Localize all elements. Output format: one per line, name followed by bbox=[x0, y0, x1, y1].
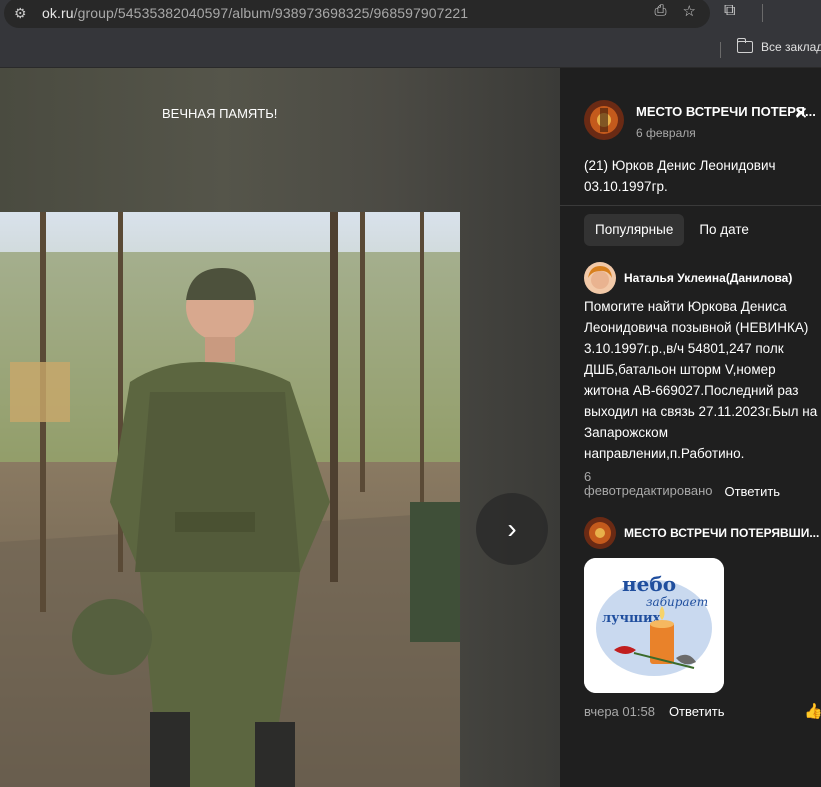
install-app-icon[interactable]: ⎙ bbox=[655, 2, 667, 20]
comment-author[interactable]: Наталья Уклеина(Данилова) bbox=[624, 271, 792, 285]
commenter-avatar-image bbox=[584, 517, 616, 549]
site-info-icon[interactable]: ⚙ bbox=[14, 5, 42, 22]
bookmark-star-icon[interactable]: ☆ bbox=[683, 2, 696, 20]
sticker-word-1: небо bbox=[622, 572, 676, 596]
like-icon[interactable]: 👍 bbox=[804, 702, 821, 720]
sticker-image: небо забирает лучших bbox=[584, 558, 724, 693]
address-bar-actions: ⎙ ☆ bbox=[655, 2, 696, 20]
group-avatar[interactable] bbox=[584, 100, 624, 140]
close-icon[interactable]: ✕ bbox=[794, 104, 808, 124]
comment-header: Наталья Уклеина(Данилова) bbox=[584, 262, 792, 294]
photo-illustration bbox=[0, 212, 460, 787]
comment-date: вчера 01:58 bbox=[584, 704, 655, 719]
browser-toolbar: ⚙ ok.ru/group/54535382040597/album/93897… bbox=[0, 0, 821, 32]
group-avatar-image bbox=[584, 100, 624, 140]
comment-author[interactable]: МЕСТО ВСТРЕЧИ ПОТЕРЯВШИ... bbox=[624, 526, 820, 540]
address-bar[interactable]: ⚙ ok.ru/group/54535382040597/album/93897… bbox=[4, 0, 710, 28]
chevron-right-icon: › bbox=[507, 513, 517, 544]
album-photo[interactable] bbox=[0, 212, 460, 787]
comment-meta-left: 6 февотредактировано bbox=[584, 470, 712, 498]
commenter-avatar[interactable] bbox=[584, 517, 616, 549]
comment-text: Помогите найти Юркова Дениса Леонидовича… bbox=[584, 299, 818, 461]
toolbar-divider bbox=[762, 4, 763, 22]
commenter-avatar[interactable] bbox=[584, 262, 616, 294]
tab-popular[interactable]: Популярные bbox=[584, 214, 685, 246]
comment-meta: вчера 01:58 Ответить bbox=[584, 704, 725, 719]
comment-meta: 6 февотредактировано Ответить bbox=[584, 470, 780, 500]
folder-icon bbox=[737, 38, 753, 53]
all-bookmarks-label: Все заклад bbox=[761, 40, 821, 54]
photo-caption: ВЕЧНАЯ ПАМЯТЬ! bbox=[162, 106, 278, 121]
comment-count: 6 bbox=[584, 469, 592, 484]
all-bookmarks-button[interactable]: Все заклад bbox=[737, 38, 821, 54]
next-photo-button[interactable]: › bbox=[476, 493, 548, 565]
url-text[interactable]: ok.ru/group/54535382040597/album/9389736… bbox=[42, 5, 468, 21]
bookmarks-bar: Все заклад bbox=[0, 32, 821, 68]
bookmarks-divider bbox=[720, 42, 721, 58]
comment-sticker[interactable]: небо забирает лучших bbox=[584, 558, 724, 693]
comment-sort-tabs: Популярные По дате bbox=[584, 214, 760, 246]
divider bbox=[560, 205, 821, 206]
photo-viewer: ВЕЧНАЯ ПАМЯТЬ! › bbox=[0, 68, 560, 787]
url-host: ok.ru bbox=[42, 5, 74, 21]
extensions-icon[interactable]: ⧉ bbox=[724, 2, 746, 24]
sticker-word-2: забирает bbox=[646, 595, 708, 609]
commenter-avatar-image bbox=[584, 262, 616, 294]
comment-date: февотредактировано bbox=[584, 483, 713, 498]
comments-panel: МЕСТО ВСТРЕЧИ ПОТЕРЯ... 6 февраля ✕ (21)… bbox=[560, 68, 821, 787]
reply-button[interactable]: Ответить bbox=[669, 704, 725, 719]
comment-header: МЕСТО ВСТРЕЧИ ПОТЕРЯВШИ... bbox=[584, 517, 820, 549]
reply-button[interactable]: Ответить bbox=[724, 484, 780, 499]
post-text: (21) Юрков Денис Леонидович 03.10.1997гр… bbox=[584, 158, 776, 194]
tab-by-date[interactable]: По дате bbox=[688, 214, 760, 246]
post-date: 6 февраля bbox=[636, 126, 696, 140]
url-path: /group/54535382040597/album/938973698325… bbox=[73, 5, 469, 21]
post-header bbox=[584, 100, 624, 140]
